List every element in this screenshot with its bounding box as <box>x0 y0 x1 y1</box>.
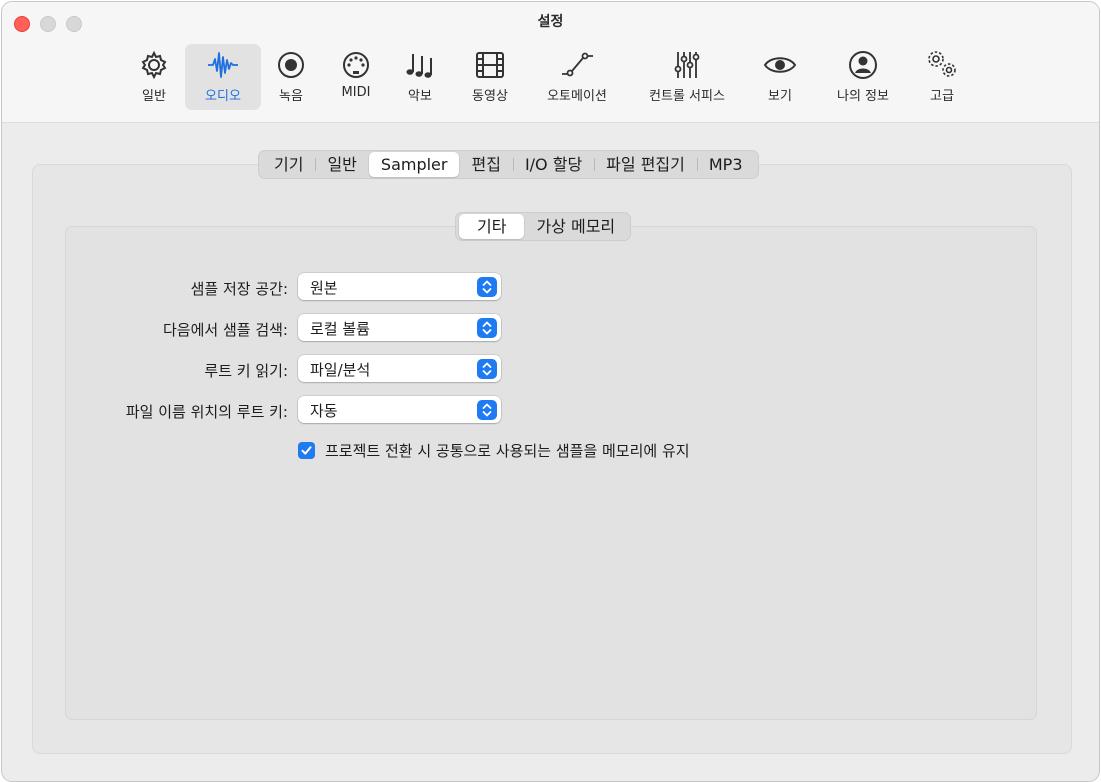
toolbar-item-label: 오토메이션 <box>547 89 607 104</box>
tab-mp3[interactable]: MP3 <box>696 152 755 177</box>
root-key-filename-popup[interactable]: 자동 <box>298 396 501 423</box>
toolbar-item-label: MIDI <box>341 85 371 100</box>
toolbar-item-label: 나의 정보 <box>837 89 889 104</box>
form-row-sample-storage: 샘플 저장 공간: 원본 <box>2 273 1099 301</box>
read-root-key-popup[interactable]: 파일/분석 <box>298 355 501 382</box>
form-row-sample-search: 다음에서 샘플 검색: 로컬 볼륨 <box>2 314 1099 342</box>
record-icon <box>274 48 308 82</box>
toolbar-item-midi[interactable]: MIDI <box>330 44 382 110</box>
tab-devices[interactable]: 기기 <box>262 152 315 177</box>
toolbar-item-view[interactable]: 보기 <box>754 44 806 110</box>
tab-general[interactable]: 일반 <box>315 152 368 177</box>
eye-icon <box>763 48 797 82</box>
tab-io-assignments[interactable]: I/O 할당 <box>512 152 594 177</box>
popup-value: 원본 <box>310 279 338 297</box>
form-label: 루트 키 읽기: <box>204 362 288 380</box>
toolbar-item-audio[interactable]: 오디오 <box>185 44 261 110</box>
form-row-read-root-key: 루트 키 읽기: 파일/분석 <box>2 355 1099 383</box>
popup-value: 자동 <box>310 402 338 420</box>
toolbar-item-automation[interactable]: 오토메이션 <box>535 44 619 110</box>
form-label: 파일 이름 위치의 루트 키: <box>125 403 288 421</box>
toolbar-item-label: 일반 <box>142 89 166 104</box>
toolbar-item-label: 동영상 <box>472 89 508 104</box>
toolbar-item-label: 오디오 <box>205 89 241 104</box>
subtab-misc[interactable]: 기타 <box>459 214 525 239</box>
gears-icon <box>925 48 959 82</box>
chevron-up-down-icon <box>477 359 497 379</box>
toolbar-item-my-info[interactable]: 나의 정보 <box>825 44 901 110</box>
automation-curve-icon <box>560 48 594 82</box>
form-label: 다음에서 샘플 검색: <box>163 321 288 339</box>
midi-port-icon <box>339 48 373 82</box>
toolbar-item-label: 고급 <box>930 89 954 104</box>
gear-icon <box>137 48 171 82</box>
form-label: 샘플 저장 공간: <box>190 280 288 298</box>
window-title: 설정 <box>537 14 564 30</box>
keep-samples-option: 프로젝트 전환 시 공통으로 사용되는 샘플을 메모리에 유지 <box>298 439 690 461</box>
music-notes-icon <box>403 48 437 82</box>
form-row-root-key-filename: 파일 이름 위치의 루트 키: 자동 <box>2 396 1099 424</box>
person-icon <box>846 48 880 82</box>
toolbar-item-label: 컨트롤 서피스 <box>649 89 725 104</box>
popup-value: 파일/분석 <box>310 361 371 379</box>
tab-sampler[interactable]: Sampler <box>368 152 460 177</box>
toolbar-item-control-surfaces[interactable]: 컨트롤 서피스 <box>635 44 739 110</box>
keep-samples-checkbox[interactable] <box>298 441 315 459</box>
sample-storage-popup[interactable]: 원본 <box>298 273 501 300</box>
chevron-up-down-icon <box>477 277 497 297</box>
toolbar-item-label: 녹음 <box>279 89 303 104</box>
toolbar-item-general[interactable]: 일반 <box>126 44 182 110</box>
settings-window: 설정 일반 오디오 녹음 MIDI 악보 동영상 오토메이션 컨트롤 서피스 보… <box>1 1 1100 782</box>
film-icon <box>473 48 507 82</box>
sample-search-popup[interactable]: 로컬 볼륨 <box>298 314 501 341</box>
tab-file-editor[interactable]: 파일 편집기 <box>594 152 697 177</box>
faders-icon <box>670 48 704 82</box>
subtab-virtual-memory[interactable]: 가상 메모리 <box>524 214 627 239</box>
popup-value: 로컬 볼륨 <box>310 320 370 338</box>
sub-tab-bar: 기타 가상 메모리 <box>455 212 632 241</box>
title-bar: 설정 일반 오디오 녹음 MIDI 악보 동영상 오토메이션 컨트롤 서피스 보… <box>2 2 1099 123</box>
chevron-up-down-icon <box>477 318 497 338</box>
checkbox-label[interactable]: 프로젝트 전환 시 공통으로 사용되는 샘플을 메모리에 유지 <box>325 440 690 461</box>
waveform-icon <box>206 48 240 82</box>
toolbar-item-advanced[interactable]: 고급 <box>916 44 968 110</box>
toolbar-item-label: 악보 <box>408 89 432 104</box>
toolbar-item-label: 보기 <box>768 89 792 104</box>
toolbar-item-video[interactable]: 동영상 <box>459 44 521 110</box>
chevron-up-down-icon <box>477 400 497 420</box>
checkmark-icon <box>301 445 312 455</box>
toolbar-item-recording[interactable]: 녹음 <box>266 44 316 110</box>
main-tab-bar: 기기 일반 Sampler 편집 I/O 할당 파일 편집기 MP3 <box>258 150 759 179</box>
toolbar-item-score[interactable]: 악보 <box>394 44 446 110</box>
tab-editing[interactable]: 편집 <box>459 152 512 177</box>
